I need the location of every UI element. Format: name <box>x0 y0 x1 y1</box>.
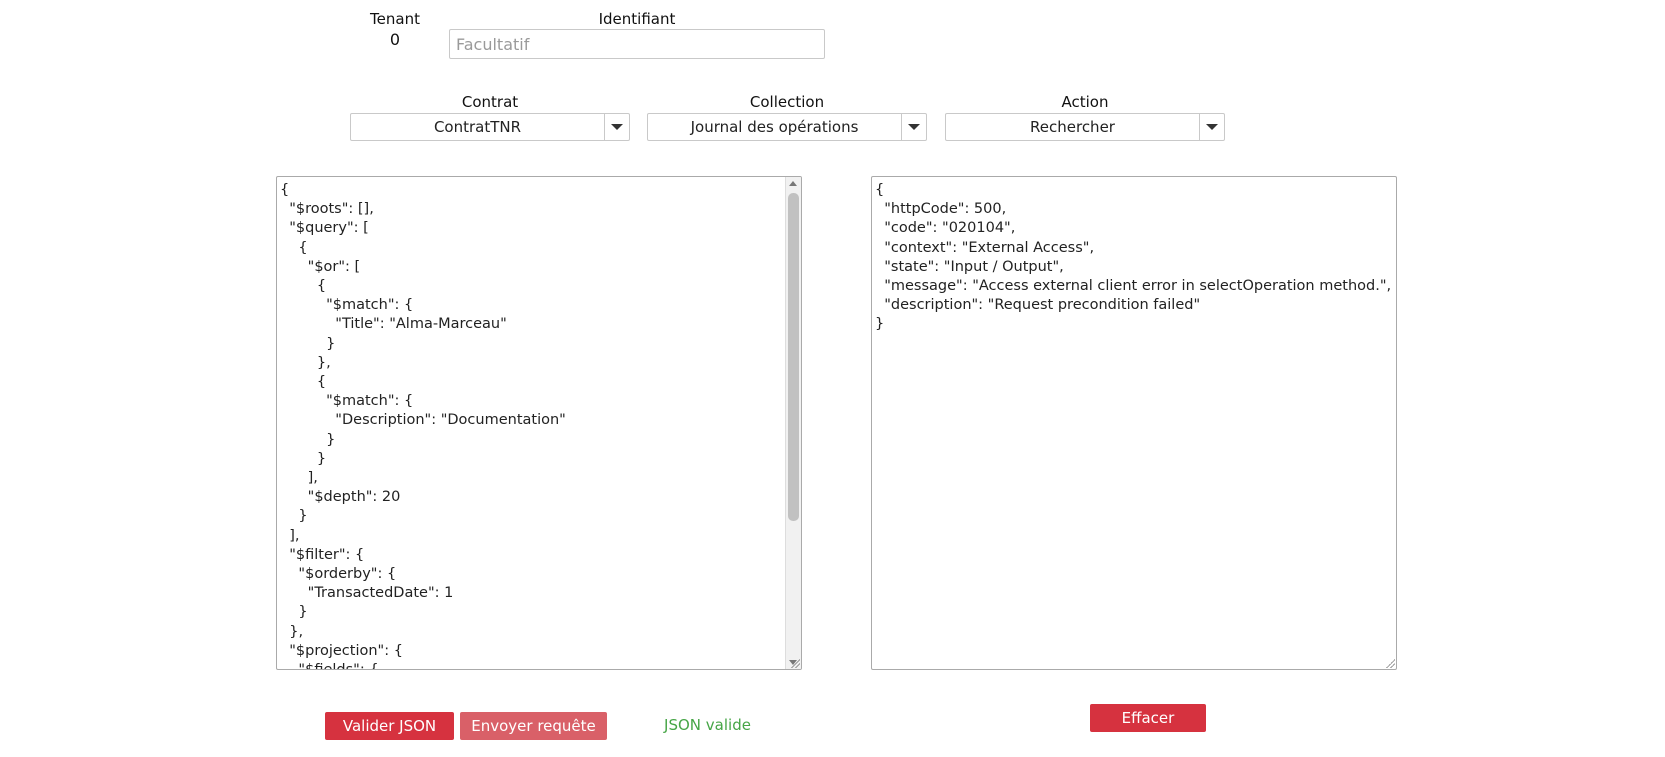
chevron-down-icon[interactable] <box>901 114 926 140</box>
scrollbar-thumb[interactable] <box>788 193 799 521</box>
response-viewer[interactable]: { "httpCode": 500, "code": "020104", "co… <box>871 176 1397 670</box>
action-select[interactable]: Rechercher <box>945 113 1225 141</box>
request-editor-scrollbar[interactable] <box>785 177 801 669</box>
request-editor[interactable]: { "$roots": [], "$query": [ { "$or": [ {… <box>276 176 802 670</box>
chevron-down-icon[interactable] <box>604 114 629 140</box>
collection-select[interactable]: Journal des opérations <box>647 113 927 141</box>
json-status-text: JSON valide <box>664 716 751 734</box>
clear-button[interactable]: Effacer <box>1090 704 1206 732</box>
resize-grip-icon[interactable] <box>790 658 800 668</box>
contrat-select[interactable]: ContratTNR <box>350 113 630 141</box>
identifiant-label: Identifiant <box>598 10 676 28</box>
tenant-label: Tenant <box>370 10 420 28</box>
action-label: Action <box>1061 93 1109 111</box>
chevron-down-icon[interactable] <box>1199 114 1224 140</box>
validate-json-button[interactable]: Valider JSON <box>325 712 454 740</box>
response-viewer-text: { "httpCode": 500, "code": "020104", "co… <box>875 182 1392 333</box>
tenant-value: 0 <box>389 30 401 49</box>
request-editor-text[interactable]: { "$roots": [], "$query": [ { "$or": [ {… <box>277 177 801 669</box>
contrat-label: Contrat <box>461 93 519 111</box>
collection-label: Collection <box>749 93 825 111</box>
send-request-button[interactable]: Envoyer requête <box>460 712 607 740</box>
resize-grip-icon[interactable] <box>1385 658 1395 668</box>
scroll-up-icon[interactable] <box>789 181 797 186</box>
action-selected-value: Rechercher <box>1030 118 1115 136</box>
contrat-selected-value: ContratTNR <box>433 118 522 136</box>
collection-selected-value: Journal des opérations <box>690 118 859 136</box>
identifiant-input[interactable] <box>449 29 825 59</box>
